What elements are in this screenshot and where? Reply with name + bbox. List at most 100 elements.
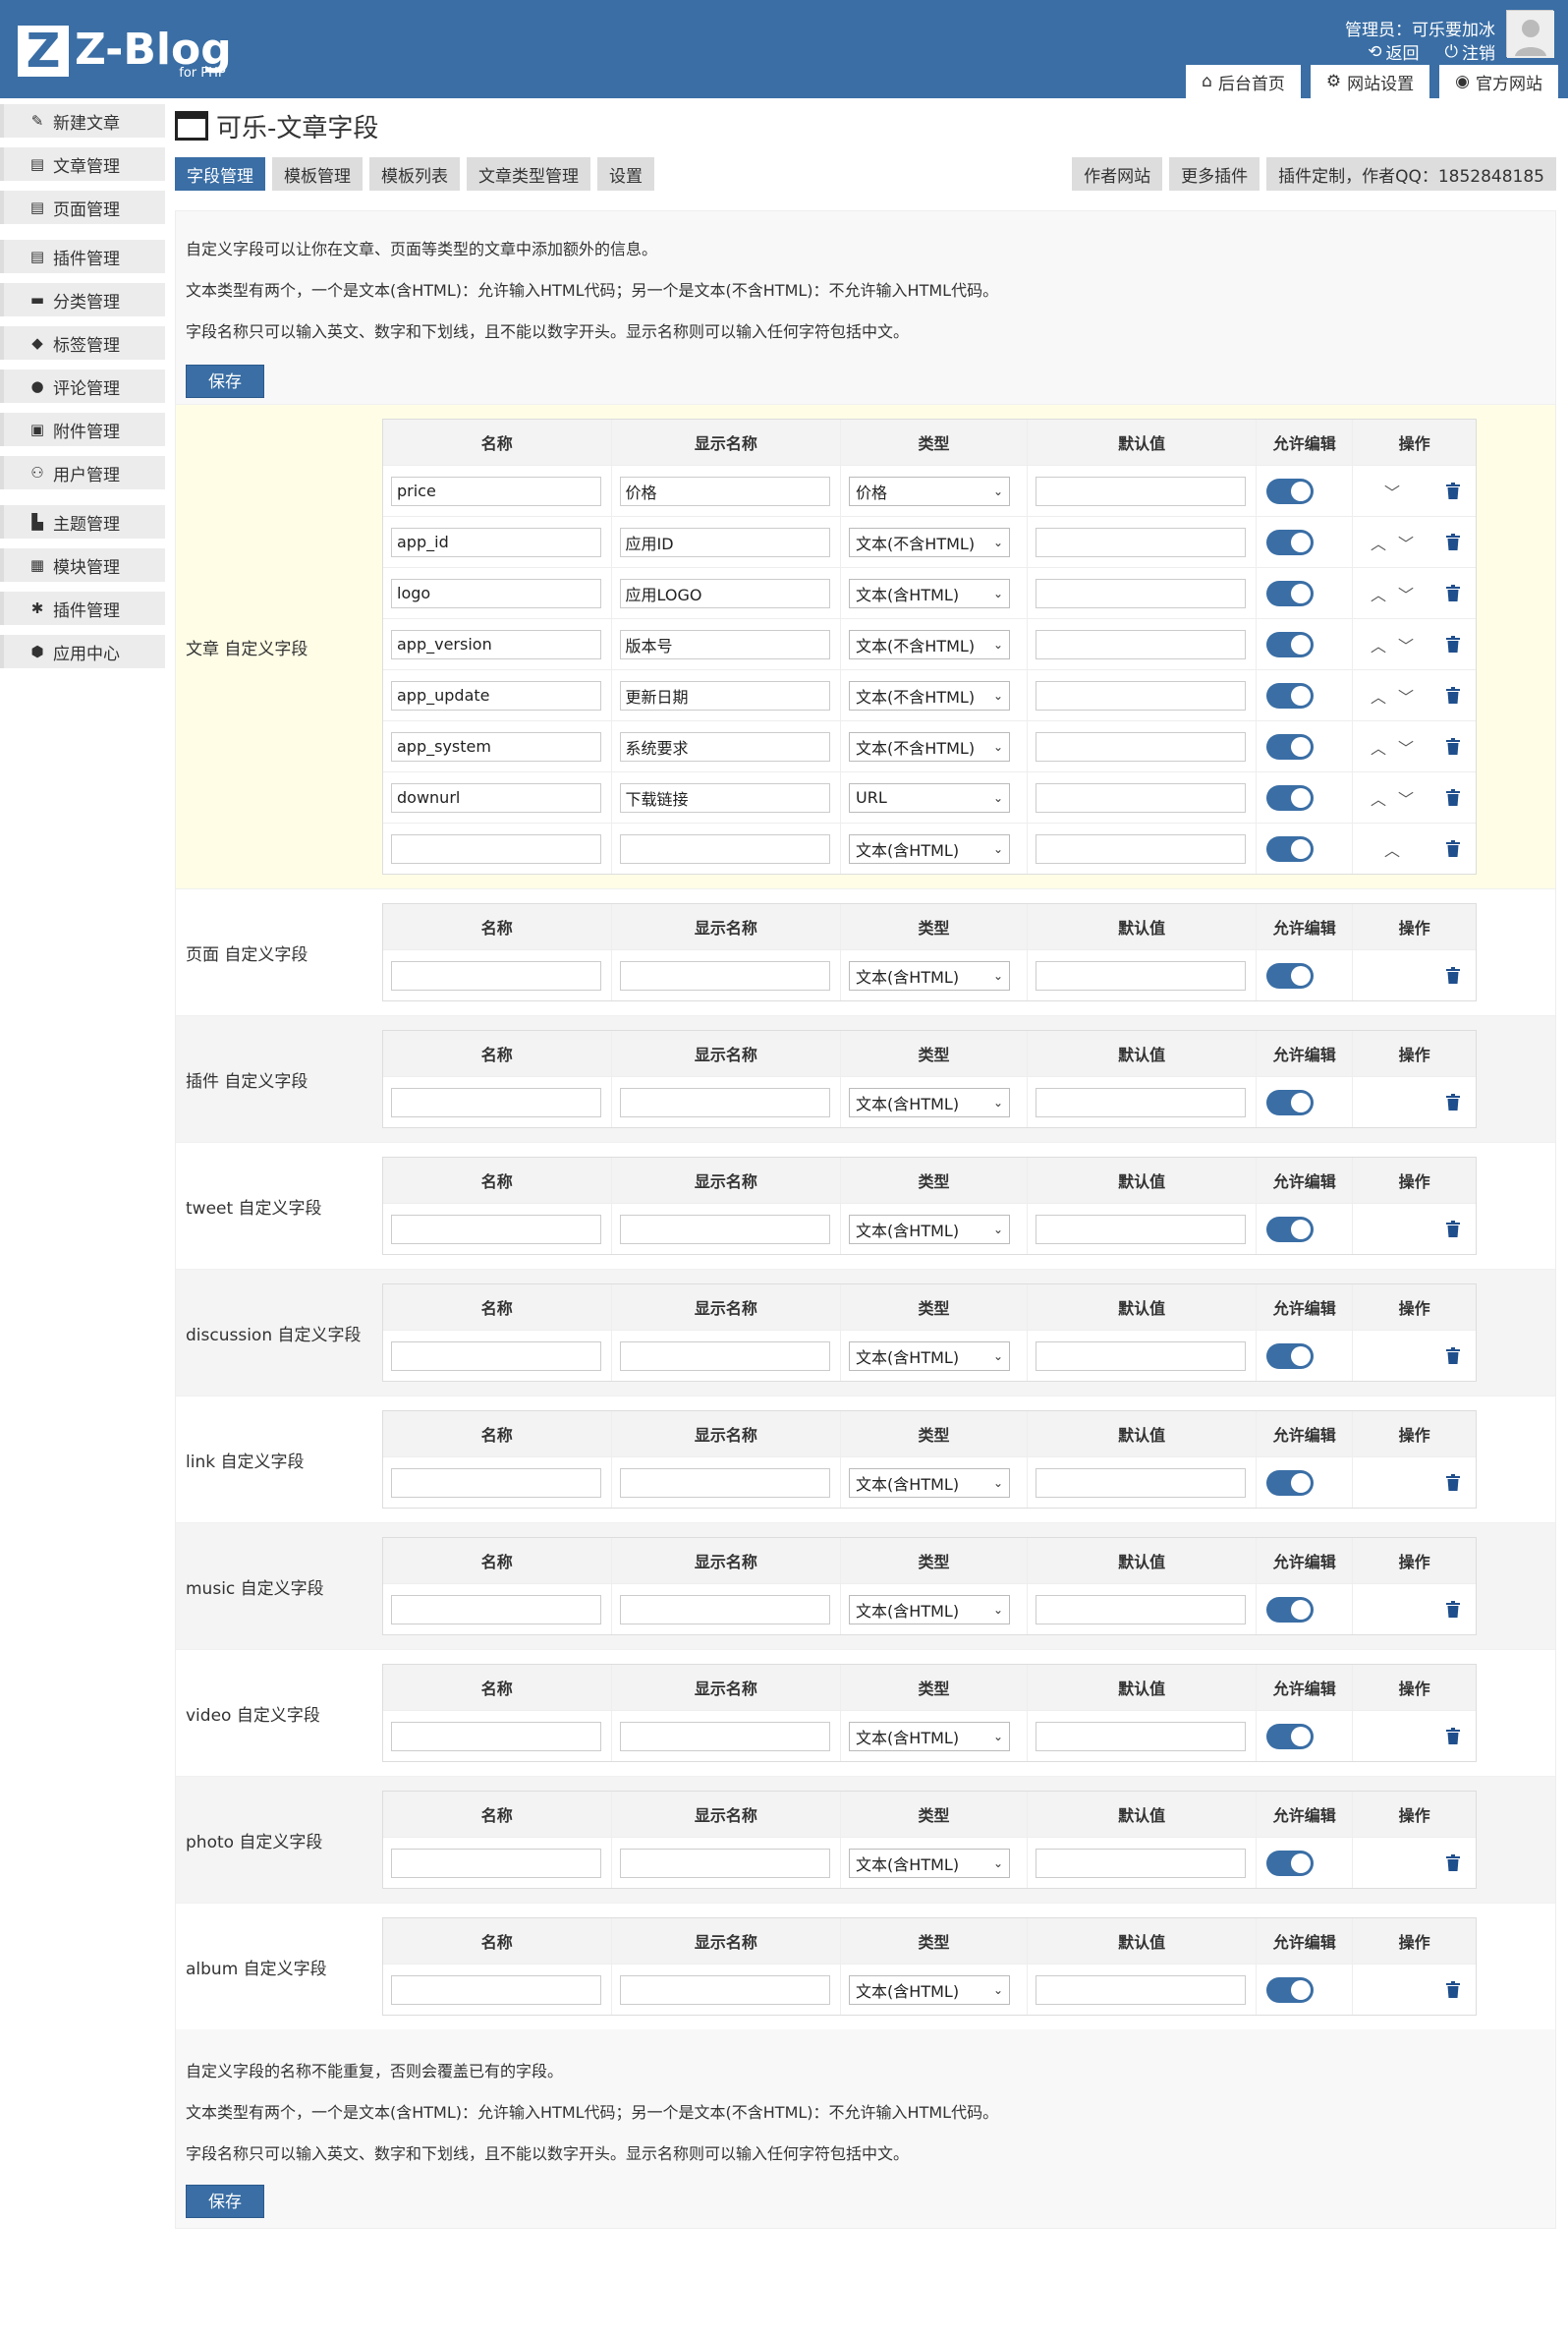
move-down-icon[interactable]: ﹀: [1398, 786, 1414, 810]
allow-edit-toggle[interactable]: [1266, 733, 1315, 760]
tab-1[interactable]: 模板管理: [272, 157, 363, 191]
allow-edit-toggle[interactable]: [1266, 784, 1315, 811]
delete-icon[interactable]: [1431, 1094, 1476, 1111]
field-default-input[interactable]: [1035, 960, 1246, 991]
move-up-icon[interactable]: ︿: [1371, 531, 1386, 554]
delete-icon[interactable]: [1431, 534, 1476, 550]
allow-edit-toggle[interactable]: [1266, 1342, 1315, 1369]
move-up-icon[interactable]: ︿: [1371, 786, 1386, 810]
field-display-input[interactable]: [619, 1594, 830, 1624]
right-tab-1[interactable]: 更多插件: [1169, 157, 1260, 191]
field-default-input[interactable]: [1035, 1467, 1246, 1498]
allow-edit-toggle[interactable]: [1266, 1723, 1315, 1749]
field-type-select[interactable]: 文本(含HTML) ⌄: [849, 1721, 1011, 1751]
move-down-icon[interactable]: ﹀: [1398, 684, 1414, 708]
sidebar-item-8[interactable]: ⚇ 用户管理: [0, 456, 165, 489]
field-name-input[interactable]: [391, 782, 601, 813]
field-default-input[interactable]: [1035, 1974, 1246, 2005]
field-display-input[interactable]: [619, 1721, 830, 1751]
field-display-input[interactable]: [619, 1087, 830, 1117]
field-display-input[interactable]: [619, 833, 830, 864]
field-default-input[interactable]: [1035, 1721, 1246, 1751]
field-name-input[interactable]: [391, 1340, 601, 1371]
delete-icon[interactable]: [1431, 1221, 1476, 1237]
field-default-input[interactable]: [1035, 680, 1246, 711]
sidebar-item-4[interactable]: ▬ 分类管理: [0, 283, 165, 316]
avatar[interactable]: [1506, 10, 1554, 58]
field-type-select[interactable]: 文本(含HTML) ⌄: [849, 578, 1011, 608]
move-down-icon[interactable]: ﹀: [1398, 582, 1414, 605]
field-type-select[interactable]: 文本(含HTML) ⌄: [849, 1087, 1011, 1117]
field-type-select[interactable]: 价格 ⌄: [849, 476, 1011, 506]
field-name-input[interactable]: [391, 833, 601, 864]
tab-site-settings[interactable]: ⚙ 网站设置: [1310, 65, 1430, 98]
sidebar-item-7[interactable]: ▣ 附件管理: [0, 413, 165, 446]
delete-icon[interactable]: [1431, 967, 1476, 984]
field-display-input[interactable]: [619, 629, 830, 659]
field-type-select[interactable]: 文本(含HTML) ⌄: [849, 1214, 1011, 1244]
sidebar-item-3[interactable]: ▤ 插件管理: [0, 240, 165, 273]
sidebar-item-12[interactable]: ⬢ 应用中心: [0, 635, 165, 668]
field-type-select[interactable]: 文本(含HTML) ⌄: [849, 960, 1011, 991]
field-default-input[interactable]: [1035, 1087, 1246, 1117]
back-link[interactable]: ⟲ 返回: [1368, 39, 1419, 65]
field-type-select[interactable]: 文本(含HTML) ⌄: [849, 1340, 1011, 1371]
sidebar-item-9[interactable]: ▙ 主题管理: [0, 505, 165, 539]
field-type-select[interactable]: 文本(不含HTML) ⌄: [849, 527, 1011, 557]
move-up-icon[interactable]: ︿: [1371, 633, 1386, 656]
field-display-input[interactable]: [619, 1974, 830, 2005]
delete-icon[interactable]: [1431, 585, 1476, 601]
allow-edit-toggle[interactable]: [1266, 631, 1315, 657]
sidebar-item-2[interactable]: ▤ 页面管理: [0, 191, 165, 224]
field-name-input[interactable]: [391, 1087, 601, 1117]
delete-icon[interactable]: [1431, 687, 1476, 704]
field-name-input[interactable]: [391, 680, 601, 711]
field-display-input[interactable]: [619, 960, 830, 991]
tab-3[interactable]: 文章类型管理: [467, 157, 590, 191]
field-name-input[interactable]: [391, 578, 601, 608]
field-name-input[interactable]: [391, 476, 601, 506]
field-display-input[interactable]: [619, 731, 830, 762]
right-tab-2[interactable]: 插件定制，作者QQ：1852848185: [1266, 157, 1556, 191]
save-button-bottom[interactable]: 保存: [186, 2185, 264, 2218]
allow-edit-toggle[interactable]: [1266, 835, 1315, 862]
field-display-input[interactable]: [619, 1467, 830, 1498]
allow-edit-toggle[interactable]: [1266, 1596, 1315, 1623]
field-default-input[interactable]: [1035, 527, 1246, 557]
allow-edit-toggle[interactable]: [1266, 478, 1315, 504]
allow-edit-toggle[interactable]: [1266, 1089, 1315, 1115]
allow-edit-toggle[interactable]: [1266, 1216, 1315, 1242]
field-type-select[interactable]: 文本(不含HTML) ⌄: [849, 731, 1011, 762]
field-name-input[interactable]: [391, 629, 601, 659]
field-display-input[interactable]: [619, 1340, 830, 1371]
move-up-icon[interactable]: ︿: [1371, 735, 1386, 759]
allow-edit-toggle[interactable]: [1266, 962, 1315, 989]
field-type-select[interactable]: 文本(含HTML) ⌄: [849, 1974, 1011, 2005]
field-display-input[interactable]: [619, 782, 830, 813]
delete-icon[interactable]: [1431, 738, 1476, 755]
sidebar-item-11[interactable]: ✱ 插件管理: [0, 592, 165, 625]
move-down-icon[interactable]: ﹀: [1398, 531, 1414, 554]
allow-edit-toggle[interactable]: [1266, 682, 1315, 709]
sidebar-item-10[interactable]: ▦ 模块管理: [0, 548, 165, 582]
field-type-select[interactable]: 文本(含HTML) ⌄: [849, 833, 1011, 864]
field-default-input[interactable]: [1035, 1848, 1246, 1878]
allow-edit-toggle[interactable]: [1266, 1850, 1315, 1876]
zblog-logo[interactable]: Z Z-Blog for PHP: [18, 26, 232, 83]
allow-edit-toggle[interactable]: [1266, 529, 1315, 555]
sidebar-item-5[interactable]: ◆ 标签管理: [0, 326, 165, 360]
sidebar-item-6[interactable]: ● 评论管理: [0, 370, 165, 403]
delete-icon[interactable]: [1431, 1601, 1476, 1618]
field-display-input[interactable]: [619, 578, 830, 608]
field-display-input[interactable]: [619, 476, 830, 506]
allow-edit-toggle[interactable]: [1266, 580, 1315, 606]
move-up-icon[interactable]: ︿: [1384, 837, 1400, 861]
field-type-select[interactable]: URL ⌄: [849, 782, 1011, 813]
field-type-select[interactable]: 文本(不含HTML) ⌄: [849, 680, 1011, 711]
field-default-input[interactable]: [1035, 1214, 1246, 1244]
field-name-input[interactable]: [391, 1467, 601, 1498]
field-name-input[interactable]: [391, 1974, 601, 2005]
field-name-input[interactable]: [391, 1721, 601, 1751]
field-name-input[interactable]: [391, 1214, 601, 1244]
field-name-input[interactable]: [391, 1848, 601, 1878]
